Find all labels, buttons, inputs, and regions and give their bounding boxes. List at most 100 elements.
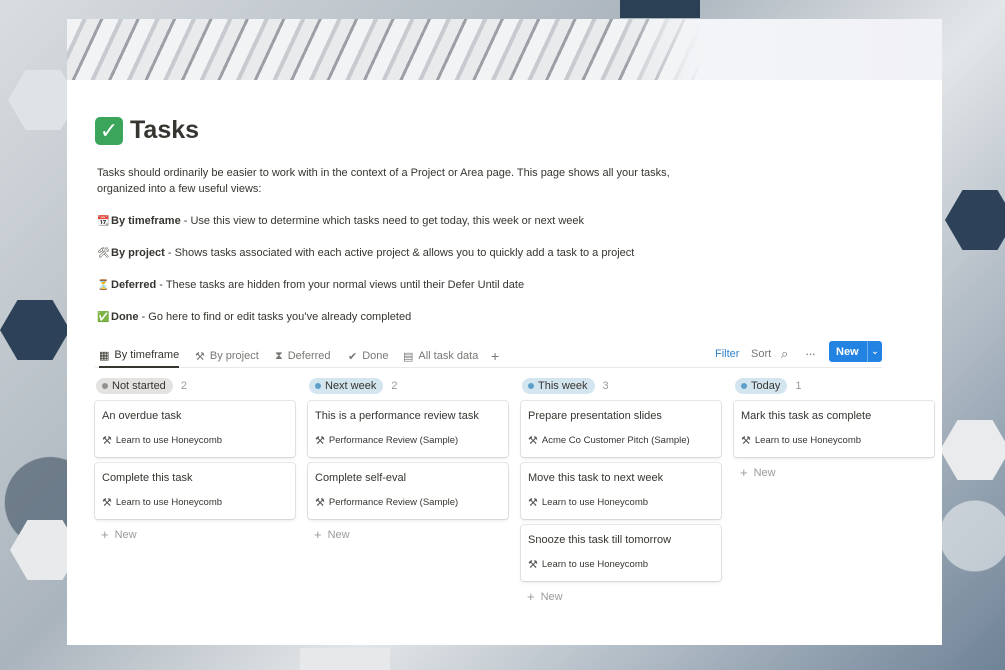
add-card-label: New: [540, 590, 563, 603]
view-name: Done: [111, 311, 139, 323]
tab-label: By timeframe: [114, 349, 180, 361]
tab-by-timeframe[interactable]: ▦ By timeframe: [99, 344, 180, 368]
plus-icon: +: [740, 465, 748, 480]
column-count: 1: [795, 380, 802, 392]
hammer-wrench-icon: 🛠: [97, 248, 110, 259]
add-card-button[interactable]: + New: [527, 589, 721, 604]
chevron-down-icon[interactable]: ⌄: [867, 341, 882, 362]
card-list: This is a performance review task ⚒ Perf…: [308, 401, 508, 519]
add-card-button[interactable]: + New: [740, 465, 934, 480]
tab-label: Done: [362, 350, 389, 362]
task-title: Mark this task as complete: [741, 410, 872, 422]
background-hexagon: [945, 190, 1005, 250]
table-icon: ▤: [403, 350, 414, 363]
intro-paragraph: Tasks should ordinarily be easier to wor…: [97, 167, 670, 195]
task-card[interactable]: Complete this task ⚒ Learn to use Honeyc…: [95, 463, 295, 519]
hammer-wrench-icon: ⚒: [102, 435, 112, 447]
project-name: Learn to use Honeycomb: [115, 435, 223, 446]
new-button[interactable]: New ⌄: [829, 341, 882, 362]
status-dot: [315, 383, 321, 389]
project-name: Learn to use Honeycomb: [541, 497, 649, 508]
status-label: This week: [538, 380, 588, 392]
tab-all-task-data[interactable]: ▤ All task data: [403, 344, 478, 368]
view-text: - Go here to find or edit tasks you’ve a…: [138, 311, 412, 323]
check-mark-icon[interactable]: ✓: [95, 116, 123, 145]
status-badge: Not started: [96, 378, 173, 394]
new-button-label: New: [836, 345, 859, 358]
board-column: This week 3 Prepare presentation slides …: [521, 377, 721, 604]
view-tabs-bar: ▦ By timeframe ⚒ By project ⧗ Deferred ✔…: [95, 340, 882, 368]
add-card-label: New: [327, 528, 350, 541]
view-text: - Use this view to determine which tasks…: [180, 215, 585, 227]
view-description-project: 🛠By project - Shows tasks associated wit…: [97, 245, 697, 262]
more-options-icon[interactable]: ···: [805, 344, 816, 364]
hammer-wrench-icon: ⚒: [528, 559, 538, 571]
task-card[interactable]: This is a performance review task ⚒ Perf…: [308, 401, 508, 457]
plus-icon: +: [101, 527, 109, 542]
project-name: Performance Review (Sample): [328, 497, 459, 508]
tab-done[interactable]: ✔ Done: [348, 344, 389, 368]
task-title: Prepare presentation slides: [528, 410, 662, 422]
status-dot: [741, 383, 747, 389]
task-project[interactable]: ⚒ Performance Review (Sample): [315, 496, 501, 509]
view-name: By timeframe: [111, 215, 181, 227]
task-title: Snooze this task till tomorrow: [528, 534, 672, 546]
plus-icon: +: [527, 589, 535, 604]
column-count: 2: [180, 380, 187, 392]
add-card-button[interactable]: + New: [314, 527, 508, 542]
background-hexagon: [300, 648, 390, 670]
task-project[interactable]: ⚒ Learn to use Honeycomb: [528, 496, 714, 509]
status-badge: This week: [522, 378, 595, 394]
task-project[interactable]: ⚒ Learn to use Honeycomb: [102, 496, 288, 509]
hourglass-icon: ⧗: [275, 349, 283, 362]
sort-button[interactable]: Sort: [751, 344, 771, 364]
tab-label: All task data: [418, 350, 479, 362]
task-project[interactable]: ⚒ Learn to use Honeycomb: [528, 558, 714, 571]
filter-button[interactable]: Filter: [715, 344, 739, 364]
board-column: Next week 2 This is a performance review…: [308, 377, 508, 542]
task-card[interactable]: Prepare presentation slides ⚒ Acme Co Cu…: [521, 401, 721, 457]
hammer-wrench-icon: ⚒: [315, 497, 325, 509]
task-project[interactable]: ⚒ Acme Co Customer Pitch (Sample): [528, 434, 714, 447]
project-name: Performance Review (Sample): [328, 435, 459, 446]
column-header[interactable]: Today 1: [735, 377, 934, 395]
add-card-label: New: [114, 528, 137, 541]
task-card[interactable]: Mark this task as complete ⚒ Learn to us…: [734, 401, 934, 457]
board-column: Today 1 Mark this task as complete ⚒ Lea…: [734, 377, 934, 480]
view-description-timeframe: 📆 By timeframe - Use this view to determi…: [97, 213, 697, 230]
task-project[interactable]: ⚒ Performance Review (Sample): [315, 434, 501, 447]
column-header[interactable]: This week 3: [522, 377, 721, 395]
page-title[interactable]: Tasks: [130, 116, 199, 145]
view-name: By project: [111, 247, 165, 259]
add-card-label: New: [753, 466, 776, 479]
plus-icon: +: [491, 348, 500, 364]
status-badge: Today: [735, 378, 788, 394]
status-dot: [102, 383, 108, 389]
add-view-button[interactable]: +: [491, 344, 499, 368]
column-header[interactable]: Not started 2: [96, 377, 295, 395]
task-title: An overdue task: [102, 410, 182, 422]
card-list: Mark this task as complete ⚒ Learn to us…: [734, 401, 934, 457]
card-list: An overdue task ⚒ Learn to use Honeycomb…: [95, 401, 295, 519]
search-icon[interactable]: ⌕: [781, 344, 788, 364]
status-dot: [528, 383, 534, 389]
hammer-wrench-icon: ⚒: [528, 497, 538, 509]
tab-deferred[interactable]: ⧗ Deferred: [275, 344, 331, 368]
board-column: Not started 2 An overdue task ⚒ Learn to…: [95, 377, 295, 542]
tab-label: Deferred: [287, 350, 331, 362]
cover-image: [67, 19, 942, 80]
view-text: - Shows tasks associated with each activ…: [164, 247, 635, 259]
tab-label: By project: [209, 350, 259, 362]
task-card[interactable]: An overdue task ⚒ Learn to use Honeycomb: [95, 401, 295, 457]
column-header[interactable]: Next week 2: [309, 377, 508, 395]
project-name: Learn to use Honeycomb: [541, 559, 649, 570]
view-description-deferred: ⏳ Deferred - These tasks are hidden from …: [97, 277, 697, 294]
task-project[interactable]: ⚒ Learn to use Honeycomb: [741, 434, 927, 447]
task-card[interactable]: Complete self-eval ⚒ Performance Review …: [308, 463, 508, 519]
task-card[interactable]: Move this task to next week ⚒ Learn to u…: [521, 463, 721, 519]
task-title: Complete self-eval: [315, 472, 407, 484]
add-card-button[interactable]: + New: [101, 527, 295, 542]
tab-by-project[interactable]: ⚒ By project: [195, 344, 259, 368]
task-card[interactable]: Snooze this task till tomorrow ⚒ Learn t…: [521, 525, 721, 581]
task-project[interactable]: ⚒ Learn to use Honeycomb: [102, 434, 288, 447]
